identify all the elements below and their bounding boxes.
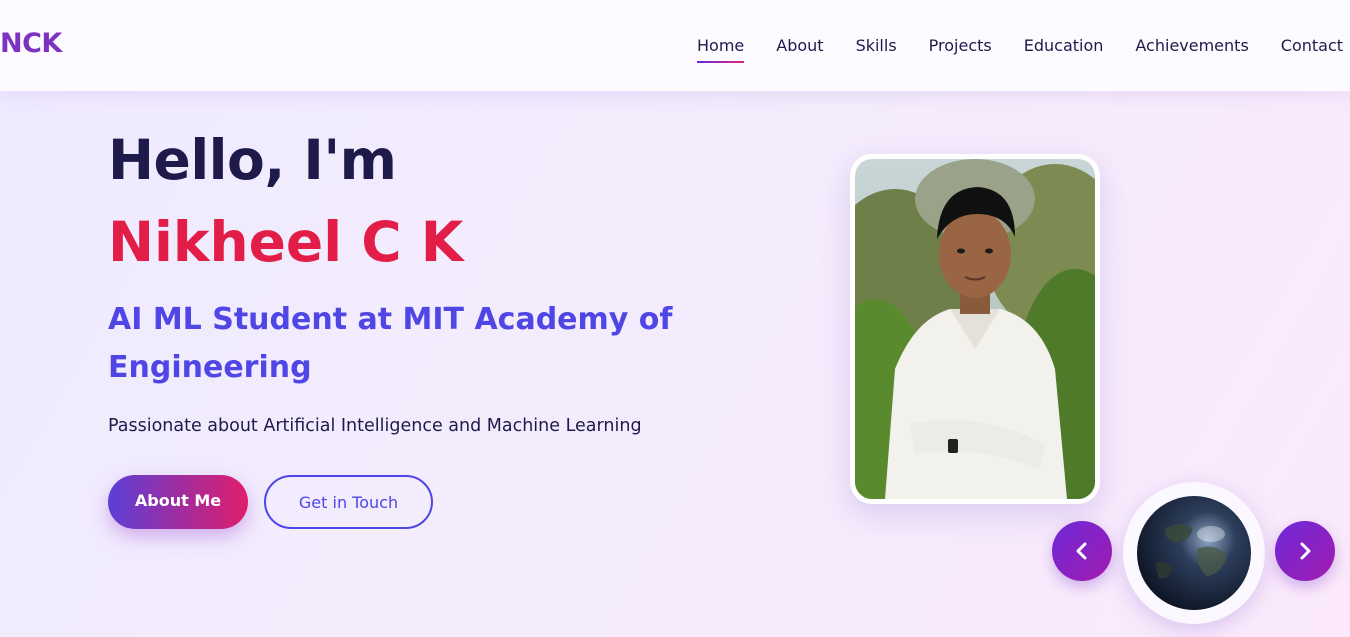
nav-link-projects[interactable]: Projects — [929, 36, 992, 62]
nav-link-contact[interactable]: Contact — [1281, 36, 1343, 62]
carousel-next-button[interactable] — [1275, 521, 1335, 581]
nav-link-home[interactable]: Home — [697, 36, 745, 63]
hero-role: AI ML Student at MIT Academy of Engineer… — [108, 302, 673, 385]
hero-name: Nikheel C K — [108, 210, 464, 274]
site-logo[interactable]: NCK — [0, 28, 62, 59]
navbar: NCK Home About Skills Projects Education… — [0, 0, 1350, 91]
hero-greeting: Hello, I'm — [108, 128, 397, 192]
chevron-left-icon — [1076, 542, 1087, 560]
profile-photo — [855, 159, 1095, 499]
carousel-prev-button[interactable] — [1052, 521, 1112, 581]
nav-link-education[interactable]: Education — [1024, 36, 1104, 62]
nav-menu: Home About Skills Projects Education Ach… — [697, 36, 1343, 63]
profile-photo-frame — [850, 154, 1100, 504]
get-in-touch-button[interactable]: Get in Touch — [264, 475, 433, 529]
nav-link-about[interactable]: About — [776, 36, 823, 62]
globe-badge — [1123, 482, 1265, 624]
about-me-button[interactable]: About Me — [108, 475, 248, 529]
hero-tagline: Passionate about Artificial Intelligence… — [108, 416, 642, 436]
chevron-right-icon — [1300, 542, 1311, 560]
nav-link-skills[interactable]: Skills — [856, 36, 897, 62]
nav-link-achievements[interactable]: Achievements — [1135, 36, 1248, 62]
globe-icon — [1137, 496, 1251, 610]
